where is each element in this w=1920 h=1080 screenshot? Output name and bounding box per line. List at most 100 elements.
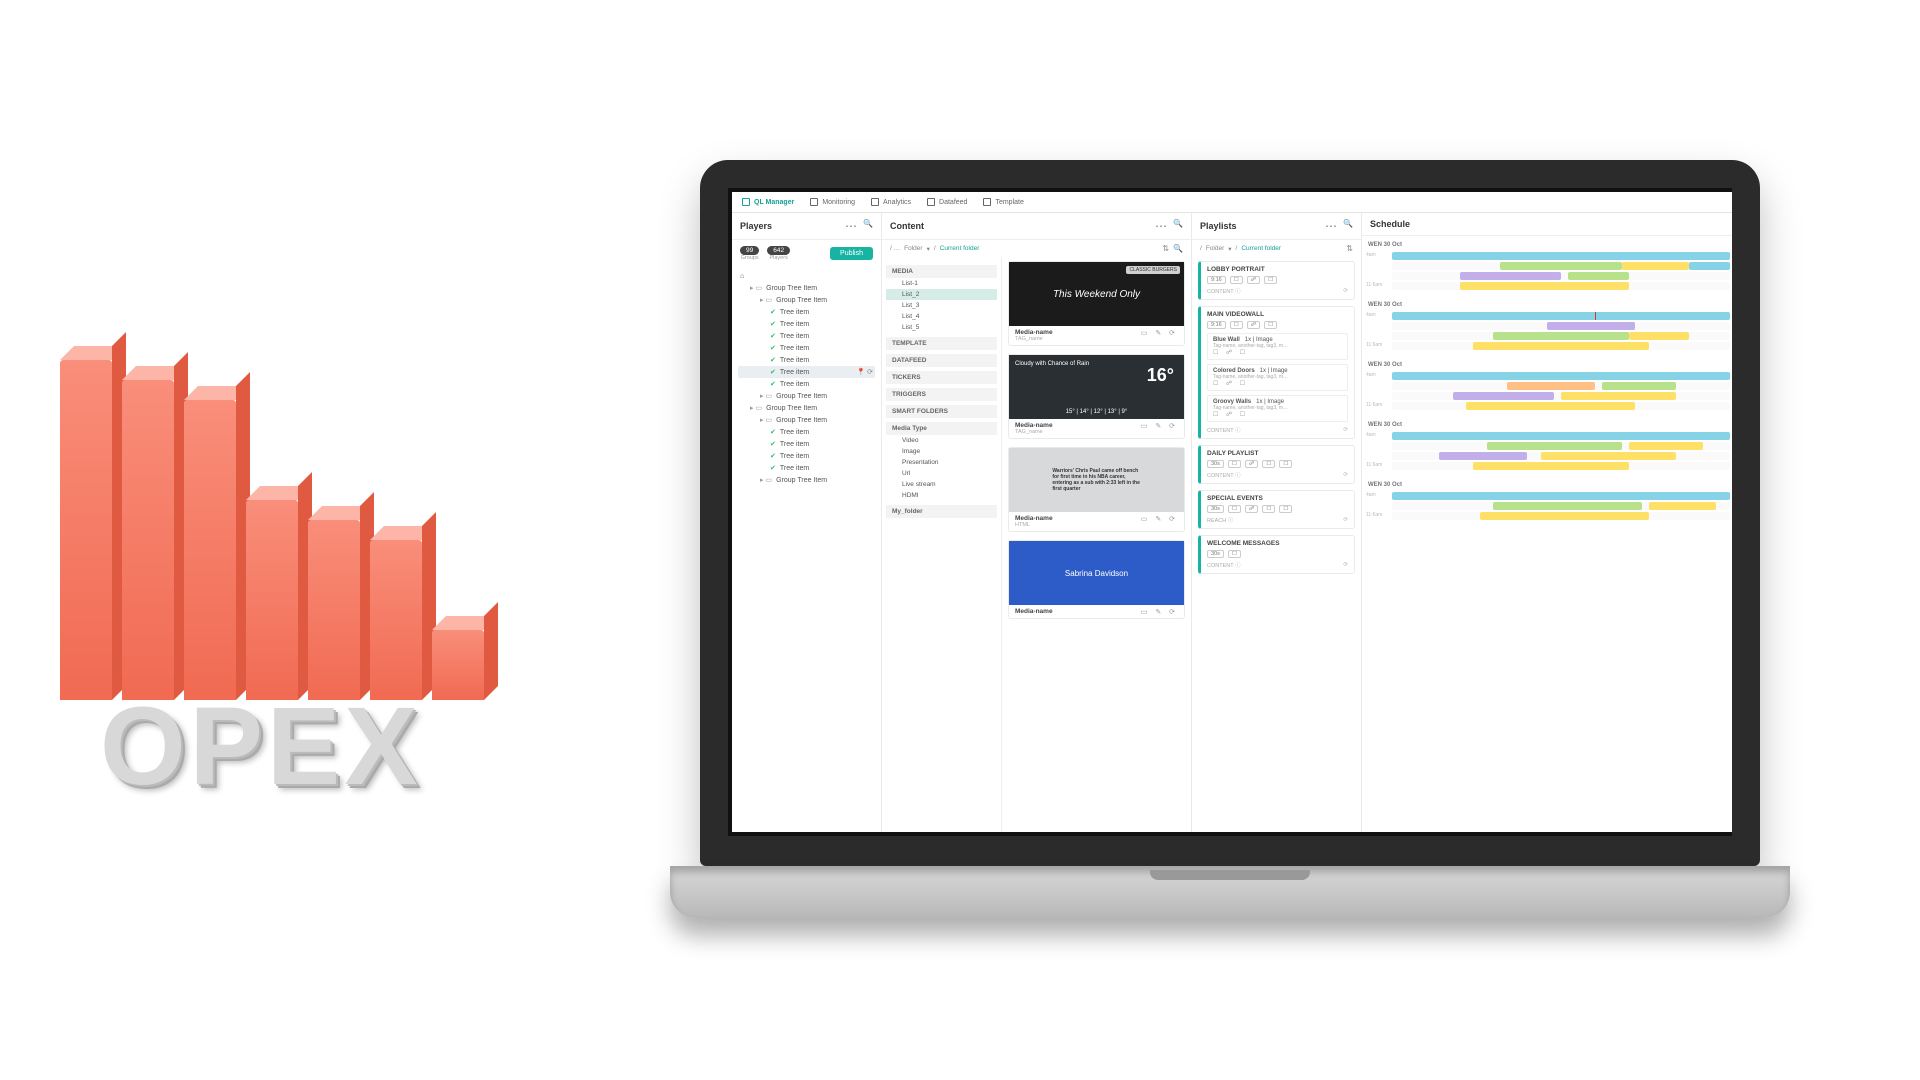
playlist-subitem[interactable]: Groovy Walls 1x | ImageTag-name, another… [1207,395,1348,422]
player-item[interactable] [738,271,875,282]
schedule-segment[interactable] [1689,262,1730,270]
schedule-lane[interactable]: 4am [1392,312,1730,320]
content-search2-icon[interactable] [1173,244,1183,253]
schedule-segment[interactable] [1493,332,1628,340]
schedule-segment[interactable] [1453,392,1554,400]
playlist-card[interactable]: LOBBY PORTRAIT9:16☐☍☐CONTENT⟳ [1198,261,1355,300]
publish-button[interactable]: Publish [830,247,873,260]
schedule-segment[interactable] [1507,382,1595,390]
content-leaf[interactable]: Live stream [886,479,997,490]
player-item[interactable]: ✔Tree item [738,330,875,342]
schedule-segment[interactable] [1622,262,1690,270]
content-category[interactable]: My_folder [886,505,997,518]
schedule-segment[interactable] [1460,272,1561,280]
card-actions[interactable]: ▭ ✎ ⟳ [1141,515,1178,523]
schedule-segment[interactable] [1466,402,1635,410]
player-item[interactable]: ✔Tree item [738,378,875,390]
schedule-segment[interactable] [1480,512,1649,520]
player-item[interactable]: ✔Tree item [738,438,875,450]
content-breadcrumb[interactable]: / … Folder ▾ / Current folder [882,240,1191,257]
playlist-card[interactable]: MAIN VIDEOWALL9:16☐☍☐Blue Wall 1x | Imag… [1198,306,1355,439]
nav-monitoring[interactable]: Monitoring [810,198,855,206]
schedule-timeline[interactable]: WEN 30 Oct4am11:6amWEN 30 Oct4am11:6amWE… [1362,236,1732,832]
nav-datafeed[interactable]: Datafeed [927,198,967,206]
content-category[interactable]: DATAFEED [886,354,997,367]
player-group[interactable]: ▸ ▭Group Tree Item [738,474,875,486]
refresh-icon[interactable]: ⟳ [1343,517,1348,523]
schedule-lane[interactable] [1392,332,1730,340]
schedule-segment[interactable] [1541,452,1676,460]
content-search-icon[interactable] [1173,219,1183,233]
playlists-sort-icon[interactable] [1346,244,1353,253]
crumb-current[interactable]: Current folder [940,245,980,252]
content-leaf[interactable]: Video [886,435,997,446]
refresh-icon[interactable]: ⟳ [1343,472,1348,478]
schedule-lane[interactable] [1392,502,1730,510]
schedule-lane[interactable]: 11:6am [1392,512,1730,520]
player-item[interactable]: ✔Tree item [738,462,875,474]
playlists-search-icon[interactable] [1343,219,1353,233]
playlist-subitem[interactable]: Colored Doors 1x | ImageTag-name, anothe… [1207,364,1348,391]
player-group[interactable]: ▸ ▭Group Tree Item [738,414,875,426]
schedule-segment[interactable] [1392,432,1730,440]
players-search-icon[interactable] [863,219,873,233]
schedule-lane[interactable]: 4am [1392,432,1730,440]
schedule-lane[interactable]: 4am [1392,252,1730,260]
content-leaf[interactable]: List_4 [886,311,997,322]
schedule-segment[interactable] [1602,382,1676,390]
player-item[interactable]: ✔Tree item [738,354,875,366]
pin-icon[interactable]: 📍 ⟳ [856,368,873,376]
playlist-subitem[interactable]: Blue Wall 1x | ImageTag-name, another-ta… [1207,333,1348,360]
content-category[interactable]: Media Type [886,422,997,435]
player-item[interactable]: ✔Tree item [738,318,875,330]
schedule-segment[interactable] [1649,502,1717,510]
content-leaf[interactable]: List_5 [886,322,997,333]
playlists-breadcrumb[interactable]: / Folder ▾ / Current folder [1192,240,1361,257]
schedule-lane[interactable] [1392,452,1730,460]
schedule-lane[interactable] [1392,262,1730,270]
players-more-icon[interactable] [845,219,857,233]
refresh-icon[interactable]: ⟳ [1343,562,1348,568]
content-category[interactable]: TRIGGERS [886,388,997,401]
schedule-segment[interactable] [1392,372,1730,380]
playlist-card[interactable]: WELCOME MESSAGES30s☐CONTENT⟳ [1198,535,1355,574]
content-leaf[interactable]: Url [886,468,997,479]
nav-template[interactable]: Template [983,198,1023,206]
schedule-lane[interactable]: 11:6am [1392,282,1730,290]
content-category[interactable]: SMART FOLDERS [886,405,997,418]
content-card[interactable]: Cloudy with Chance of Rain16°15° | 14° |… [1008,354,1185,439]
schedule-segment[interactable] [1493,502,1642,510]
schedule-lane[interactable]: 11:6am [1392,402,1730,410]
schedule-segment[interactable] [1460,282,1629,290]
refresh-icon[interactable]: ⟳ [1343,427,1348,433]
schedule-segment[interactable] [1487,442,1622,450]
schedule-segment[interactable] [1439,452,1527,460]
player-item[interactable]: ✔Tree item [738,342,875,354]
refresh-icon[interactable]: ⟳ [1343,288,1348,294]
content-leaf[interactable]: Image [886,446,997,457]
card-actions[interactable]: ▭ ✎ ⟳ [1141,329,1178,337]
player-item[interactable]: ✔Tree item [738,426,875,438]
player-item[interactable]: ✔Tree item📍 ⟳ [738,366,875,378]
schedule-lane[interactable] [1392,442,1730,450]
content-card[interactable]: CLASSIC BURGERSThis Weekend Only▭ ✎ ⟳Med… [1008,261,1185,346]
schedule-segment[interactable] [1629,442,1703,450]
crumb-folder[interactable]: Folder [904,245,922,252]
pl-crumb-folder[interactable]: Folder [1206,245,1224,252]
content-category[interactable]: TICKERS [886,371,997,384]
player-item[interactable]: ✔Tree item [738,306,875,318]
content-leaf[interactable]: List-1 [886,278,997,289]
content-card[interactable]: Warriors' Chris Paul came off bench for … [1008,447,1185,532]
content-leaf[interactable]: Presentation [886,457,997,468]
player-group[interactable]: ▸ ▭Group Tree Item [738,294,875,306]
nav-analytics[interactable]: Analytics [871,198,911,206]
schedule-segment[interactable] [1392,312,1730,320]
schedule-lane[interactable]: 11:6am [1392,342,1730,350]
playlists-more-icon[interactable] [1325,219,1337,233]
content-card[interactable]: Sabrina Davidson▭ ✎ ⟳Media-name [1008,540,1185,619]
schedule-lane[interactable]: 11:6am [1392,462,1730,470]
schedule-segment[interactable] [1547,322,1635,330]
card-actions[interactable]: ▭ ✎ ⟳ [1141,422,1178,430]
schedule-segment[interactable] [1561,392,1676,400]
player-group[interactable]: ▸ ▭Group Tree Item [738,390,875,402]
